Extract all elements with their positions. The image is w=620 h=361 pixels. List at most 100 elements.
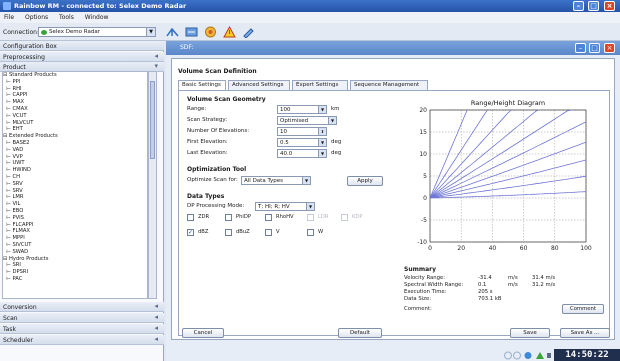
tree-item[interactable]: ⊢ EBO (3, 208, 147, 215)
tree-item[interactable]: ⊢ EHT (3, 126, 147, 133)
tree-item[interactable]: ⊢ SRV (3, 181, 147, 188)
tree-category[interactable]: ⊟ Hydro Products (3, 256, 147, 263)
tree-item[interactable]: ⊢ FLMAX (3, 228, 147, 235)
execution-time-value: 205 s (478, 289, 493, 295)
sdf-minimize-button[interactable]: – (575, 43, 586, 53)
phidp-checkbox[interactable] (225, 214, 232, 221)
conversion-section[interactable]: Conversion ◂ (0, 302, 164, 312)
dbz-checkbox[interactable]: ✓ (187, 229, 194, 236)
menu-file[interactable]: File (4, 14, 14, 21)
connection-select[interactable]: Selex Demo Radar ▼ (38, 27, 156, 37)
tree-item[interactable]: ⊢ MPPI (3, 235, 147, 242)
tab-expert-settings[interactable]: Expert Settings (292, 80, 348, 90)
save-button[interactable]: Save (510, 328, 550, 338)
tree-item[interactable]: ⊢ VIL (3, 201, 147, 208)
sdf-window: SDF: – □ × Volume Scan Definition Basic … (166, 41, 620, 361)
range-input[interactable]: 100 ▼ (277, 105, 327, 114)
minimize-button[interactable]: – (573, 1, 584, 11)
tree-scrollbar[interactable] (148, 71, 157, 299)
kdp-checkbox[interactable] (341, 214, 348, 221)
tree-item[interactable]: ⊢ VVP (3, 154, 147, 161)
y-tick-label: -5 (421, 217, 427, 224)
tree-item[interactable]: ⊢ HWIND (3, 167, 147, 174)
dbuz-checkbox[interactable] (225, 229, 232, 236)
maximize-button[interactable]: □ (588, 1, 599, 11)
tree-item[interactable]: ⊢ UWT (3, 160, 147, 167)
menu-window[interactable]: Window (85, 14, 109, 21)
tab-advanced-settings[interactable]: Advanced Settings (228, 80, 290, 90)
tree-item[interactable]: ⊢ CH (3, 174, 147, 181)
optimize-select[interactable]: All Data Types ▼ (241, 176, 311, 185)
tree-item[interactable]: ⊢ VAD (3, 147, 147, 154)
tree-item[interactable]: ⊢ SIVCUT (3, 242, 147, 249)
scan-config-icon[interactable] (185, 26, 198, 38)
products-icon[interactable] (204, 26, 217, 38)
x-tick-label: 20 (457, 245, 465, 252)
chevron-down-icon: ▼ (318, 139, 326, 146)
w-checkbox[interactable] (307, 229, 314, 236)
tree-item[interactable]: ⊢ BASE2 (3, 140, 147, 147)
app-title-bar: Rainbow RM - connected to: Selex Demo Ra… (0, 0, 620, 12)
tree-item[interactable]: ⊢ SRI (3, 262, 147, 269)
tree-item[interactable]: ⊢ MLVCUT (3, 120, 147, 127)
elevations-count-stepper[interactable]: 10 ⬍ (277, 127, 327, 136)
tree-item[interactable]: ⊢ PAC (3, 276, 147, 283)
scrollbar-thumb[interactable] (150, 81, 155, 159)
sdf-title-bar: SDF: – □ × (166, 41, 620, 55)
tree-item[interactable]: ⊢ RHI (3, 86, 147, 93)
comment-button[interactable]: Comment (562, 304, 604, 314)
tree-item[interactable]: ⊢ PPI (3, 79, 147, 86)
data-size-value: 703.1 kB (478, 296, 502, 302)
zdr-checkbox[interactable] (187, 214, 194, 221)
menu-options[interactable]: Options (25, 14, 48, 21)
sdf-maximize-button[interactable]: □ (589, 43, 600, 53)
spectral-max: 31.2 m/s (532, 282, 556, 288)
tree-item[interactable]: ⊢ CMAX (3, 106, 147, 113)
cancel-button[interactable]: Cancel (182, 328, 224, 338)
tree-item[interactable]: ⊢ SRV (3, 188, 147, 195)
last-elevation-input[interactable]: 40.0 ▼ (277, 149, 327, 158)
preprocessing-section[interactable]: Preprocessing ◂ (0, 52, 164, 62)
product-tree: ⊟ Standard Products ⊢ PPI ⊢ RHI ⊢ CAPPI … (2, 71, 148, 299)
connected-status-icon (41, 30, 47, 35)
range-label: Range: (187, 106, 207, 112)
strategy-select[interactable]: Optimised ▼ (277, 116, 337, 125)
v-checkbox[interactable] (265, 229, 272, 236)
tree-item[interactable]: ⊢ VCUT (3, 113, 147, 120)
tree-item[interactable]: ⊢ SWAD (3, 249, 147, 256)
menu-tools[interactable]: Tools (59, 14, 74, 21)
task-section[interactable]: Task ◂ (0, 324, 164, 334)
tree-item[interactable]: ⊢ PVIS (3, 215, 147, 222)
tree-item[interactable]: ⊢ DPSRI (3, 269, 147, 276)
tree-item[interactable]: ⊢ FLCAPPI (3, 222, 147, 229)
first-elevation-input[interactable]: 0.5 ▼ (277, 138, 327, 147)
chevron-down-icon: ▼ (328, 117, 336, 124)
last-elevation-label: Last Elevation: (187, 150, 228, 156)
edit-icon[interactable] (242, 26, 255, 38)
status-icons (504, 351, 551, 360)
tree-category[interactable]: ⊟ Standard Products (3, 72, 147, 79)
tree-category[interactable]: ⊟ Extended Products (3, 133, 147, 140)
sdf-close-button[interactable]: × (604, 43, 615, 53)
save-as-button[interactable]: Save As ... (560, 328, 610, 338)
rhohv-checkbox[interactable] (265, 214, 272, 221)
warning-icon[interactable] (223, 26, 236, 38)
y-tick-label: 15 (419, 129, 427, 136)
scheduler-section[interactable]: Scheduler ◂ (0, 335, 164, 345)
radar-network-icon[interactable] (166, 26, 179, 38)
x-tick-label: 40 (489, 245, 497, 252)
tab-sequence-management[interactable]: Sequence Management (350, 80, 428, 90)
close-button[interactable]: × (604, 1, 615, 11)
rhohv-label: RhoHV (276, 214, 294, 220)
tree-item[interactable]: ⊢ MAX (3, 99, 147, 106)
x-tick-label: 0 (428, 245, 432, 252)
scheduler-label: Scheduler (3, 337, 34, 344)
dp-mode-select[interactable]: T; HI; R; HV ▼ (255, 202, 315, 211)
tree-item[interactable]: ⊢ LMR (3, 194, 147, 201)
ldr-checkbox[interactable] (307, 214, 314, 221)
tree-item[interactable]: ⊢ CAPPI (3, 92, 147, 99)
strategy-label: Scan Strategy: (187, 117, 228, 123)
scan-section[interactable]: Scan ◂ (0, 313, 164, 323)
default-button[interactable]: Default (338, 328, 382, 338)
apply-button[interactable]: Apply (347, 176, 383, 186)
